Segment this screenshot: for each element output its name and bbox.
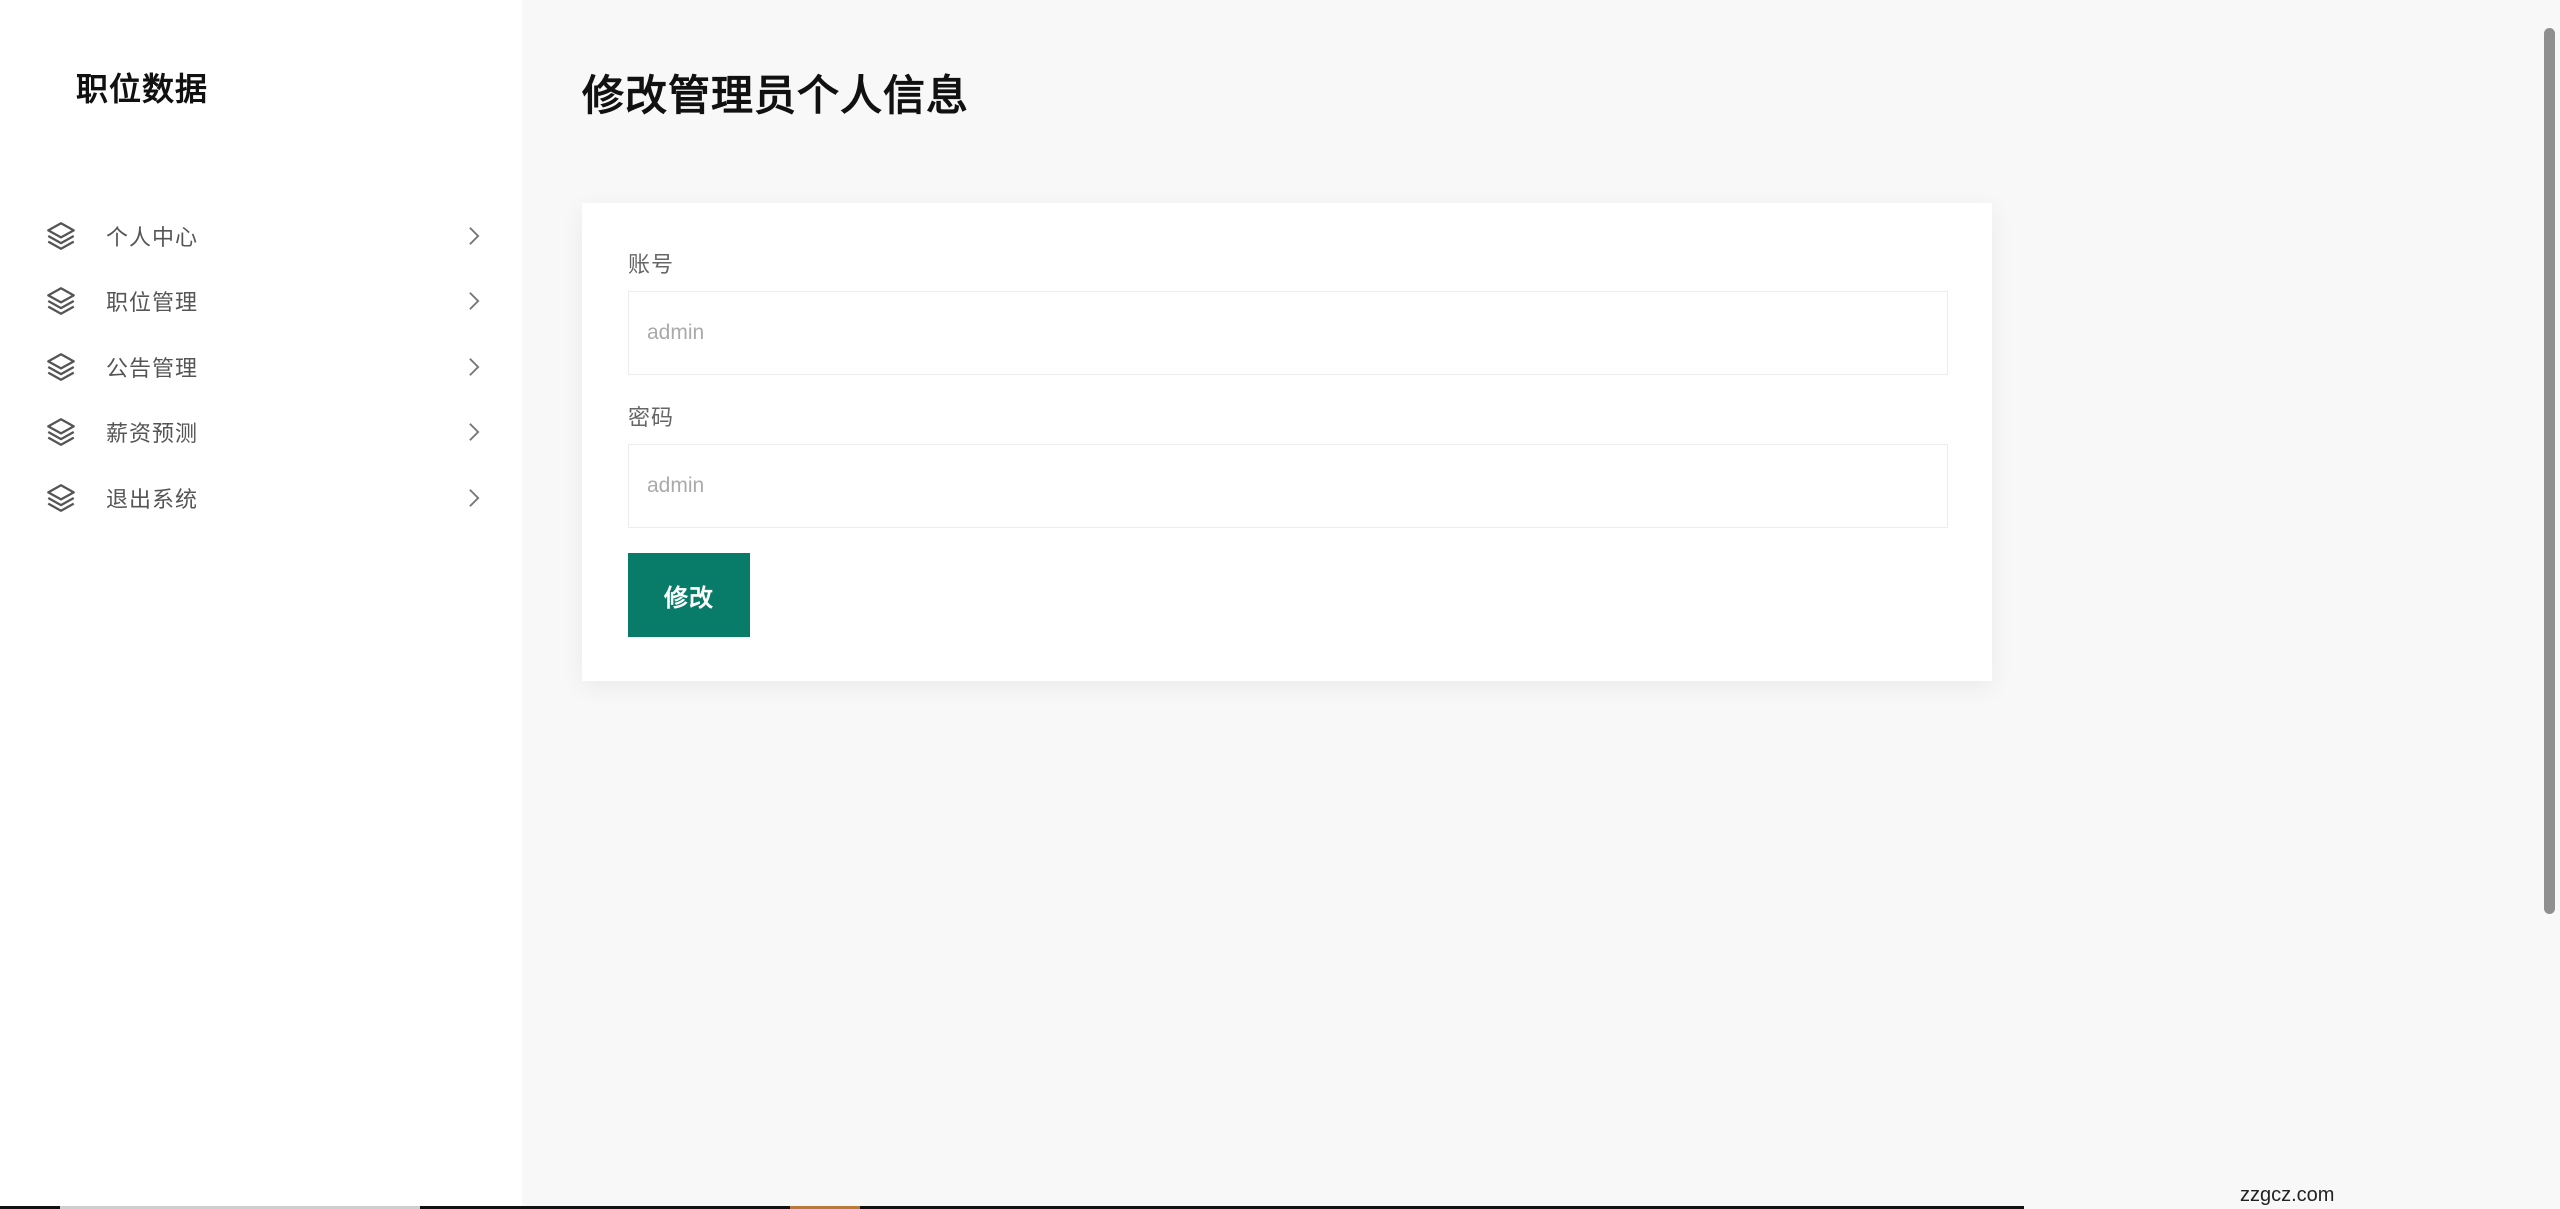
chevron-right-icon bbox=[469, 226, 480, 245]
layers-icon bbox=[47, 418, 75, 447]
sidebar-item-label: 公告管理 bbox=[106, 356, 199, 382]
layers-icon bbox=[47, 352, 75, 381]
chevron-right-icon bbox=[469, 292, 480, 311]
brand-title: 职位数据 bbox=[76, 70, 209, 108]
sidebar-item-label: 职位管理 bbox=[106, 291, 199, 317]
sidebar-item-job-management[interactable]: 职位管理 bbox=[0, 269, 522, 335]
chevron-right-icon bbox=[469, 423, 480, 442]
chevron-right-icon bbox=[469, 488, 480, 507]
sidebar-nav: 个人中心 职位管理 公告管理 薪资预测 退出系统 bbox=[0, 203, 522, 531]
account-input[interactable] bbox=[628, 291, 1948, 375]
sidebar-item-announcement-management[interactable]: 公告管理 bbox=[0, 334, 522, 400]
scrollbar-thumb[interactable] bbox=[2544, 28, 2555, 914]
layers-icon bbox=[47, 221, 75, 250]
page-title: 修改管理员个人信息 bbox=[582, 71, 970, 120]
sidebar-item-label: 薪资预测 bbox=[106, 422, 199, 448]
sidebar: 职位数据 个人中心 职位管理 公告管理 薪资预测 退出系统 bbox=[0, 0, 522, 1209]
layers-icon bbox=[47, 483, 75, 512]
sidebar-item-label: 个人中心 bbox=[106, 225, 199, 251]
watermark: zzgcz.com bbox=[2240, 1184, 2335, 1206]
chevron-right-icon bbox=[469, 357, 480, 376]
sidebar-item-logout[interactable]: 退出系统 bbox=[0, 465, 522, 531]
layers-icon bbox=[47, 287, 75, 316]
password-input[interactable] bbox=[628, 444, 1948, 528]
account-label: 账号 bbox=[628, 253, 675, 278]
sidebar-item-personal-center[interactable]: 个人中心 bbox=[0, 203, 522, 269]
modify-button[interactable]: 修改 bbox=[628, 553, 750, 637]
sidebar-item-label: 退出系统 bbox=[106, 487, 199, 513]
password-label: 密码 bbox=[628, 406, 675, 431]
admin-info-form: 账号 密码 修改 bbox=[582, 203, 1992, 681]
sidebar-item-salary-prediction[interactable]: 薪资预测 bbox=[0, 400, 522, 466]
